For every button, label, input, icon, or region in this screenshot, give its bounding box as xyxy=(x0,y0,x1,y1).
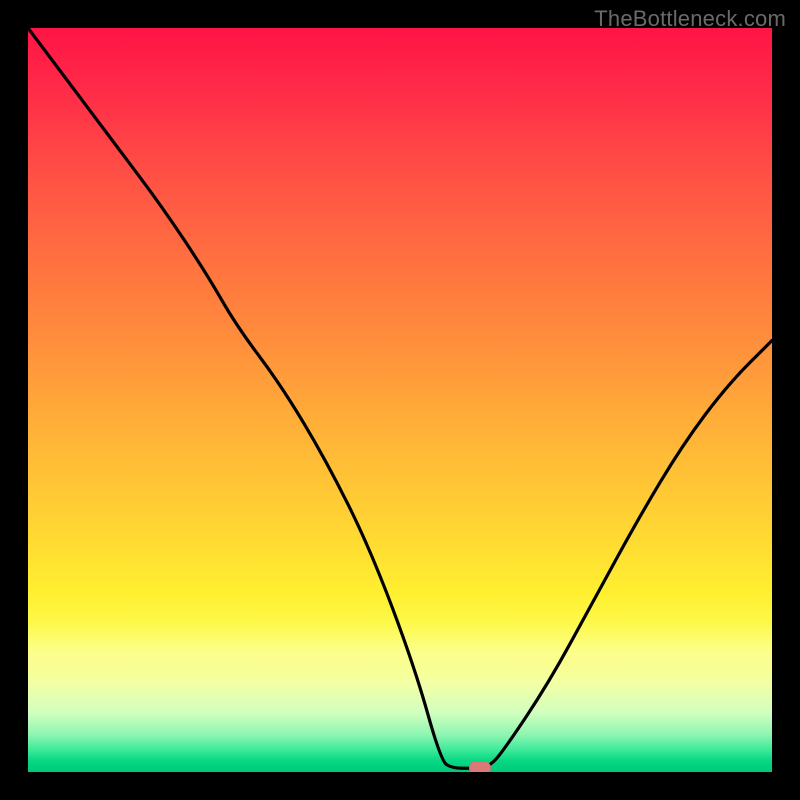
optimal-marker xyxy=(469,761,491,772)
curve-path xyxy=(28,28,772,768)
watermark-text: TheBottleneck.com xyxy=(594,6,786,32)
chart-frame: TheBottleneck.com xyxy=(0,0,800,800)
plot-area xyxy=(28,28,772,772)
bottleneck-curve xyxy=(28,28,772,772)
